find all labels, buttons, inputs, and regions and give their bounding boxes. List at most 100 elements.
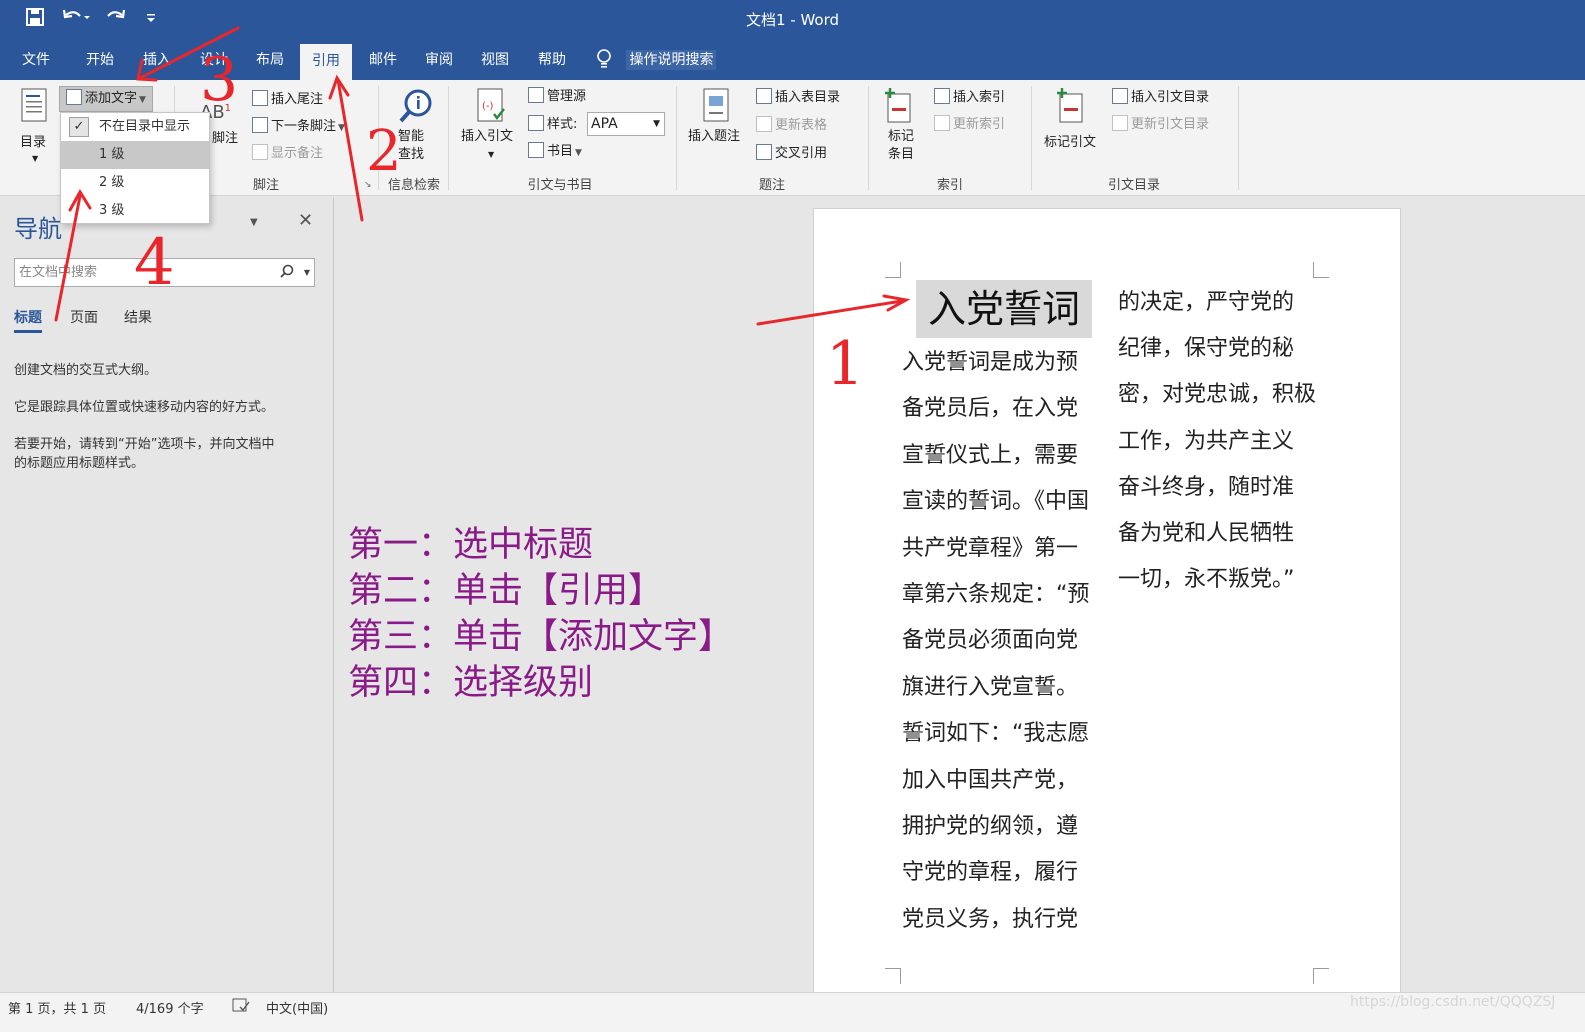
nav-search-input[interactable]: 在文档中搜索 ▼	[14, 258, 315, 287]
insert-toa-button[interactable]: 插入引文目录	[1112, 88, 1209, 107]
document-line: 密，对党忠诚，积极	[1118, 382, 1317, 408]
mark-citation-label: 标记引文	[1044, 135, 1097, 150]
search-icon[interactable]	[280, 259, 294, 286]
tell-me-search[interactable]: 操作说明搜索	[596, 40, 717, 80]
dialog-launcher-icon[interactable]: ↘	[364, 176, 372, 194]
toc-caret-icon: ▼	[32, 154, 39, 163]
index-group-label: 索引	[936, 178, 963, 193]
document-line: 拥护党的纲领，遵	[902, 814, 1079, 839]
mark-entry-label-2: 条目	[888, 147, 915, 162]
authorities-group-label: 引文目录	[1107, 178, 1160, 193]
nav-help-text-3b: 的标题应用标题样式。	[14, 456, 145, 471]
separator	[676, 86, 677, 190]
tab-view[interactable]: 视图	[469, 40, 521, 80]
insert-citation-button[interactable]: (-) 插入引文 ▼	[458, 86, 524, 166]
document-line: 备党员后，在入党	[902, 396, 1079, 422]
tab-home[interactable]: 开始	[74, 40, 126, 80]
tab-layout[interactable]: 布局	[244, 40, 296, 80]
mark-citation-button[interactable]: 标记引文	[1042, 86, 1106, 166]
update-index-button[interactable]: 更新索引	[934, 115, 1005, 134]
mark-entry-button[interactable]: 标记 条目	[880, 86, 924, 166]
dropdown-item-level-2[interactable]: 2 级	[61, 169, 209, 197]
status-page[interactable]: 第 1 页，共 1 页	[8, 998, 106, 1017]
add-text-label: 添加文字	[85, 91, 138, 106]
insert-caption-button[interactable]: 插入题注	[686, 86, 750, 166]
nav-tab-headings[interactable]: 标题	[14, 307, 42, 333]
insert-endnote-button[interactable]: 插入尾注	[252, 90, 323, 109]
title-bar: 文档1 - Word	[0, 0, 1585, 40]
document-line: 入党誓词是成为预	[902, 350, 1079, 375]
chevron-down-icon[interactable]: ▼	[304, 259, 310, 286]
separator	[1238, 86, 1239, 190]
next-footnote-icon	[252, 117, 268, 133]
insert-toa-label: 插入引文目录	[1131, 90, 1210, 105]
close-icon[interactable]: ✕	[298, 210, 313, 231]
separator	[868, 86, 869, 190]
margin-corner-mark	[1313, 968, 1329, 984]
insert-table-of-figures-button[interactable]: 插入表目录	[756, 88, 840, 107]
next-footnote-label: 下一条脚注	[271, 119, 337, 134]
smart-lookup-icon	[399, 89, 432, 123]
toc-button[interactable]: 目录 ▼	[14, 86, 58, 166]
document-heading[interactable]: 入党誓词	[916, 280, 1092, 338]
show-notes-button[interactable]: 显示备注	[252, 144, 323, 163]
nav-options-icon[interactable]: ▼	[250, 217, 258, 228]
proofing-icon[interactable]	[232, 998, 250, 1018]
ribbon-tabs: 文件 开始 插入 设计 布局 引用 邮件 审阅 视图 帮助 操作说明搜索	[0, 40, 1585, 80]
manage-sources-label: 管理源	[547, 89, 587, 104]
status-language[interactable]: 中文(中国)	[266, 998, 328, 1017]
show-notes-label: 显示备注	[271, 146, 324, 161]
lightbulb-icon	[597, 49, 611, 68]
cross-reference-icon	[756, 144, 772, 160]
smart-lookup-button[interactable]: 智能 查找	[392, 86, 438, 166]
dropdown-item-do-not-show[interactable]: ✓ 不在目录中显示	[61, 113, 209, 141]
add-text-button[interactable]: 添加文字 ▼	[59, 86, 153, 112]
update-table-label: 更新表格	[775, 118, 828, 133]
insert-caption-label: 插入题注	[688, 129, 741, 144]
update-index-label: 更新索引	[953, 117, 1006, 132]
nav-help-text-2: 它是跟踪具体位置或快速移动内容的好方式。	[14, 400, 275, 415]
document-line: 一切，永不叛党。”	[1118, 567, 1295, 593]
update-toa-button[interactable]: 更新引文目录	[1112, 115, 1209, 134]
separator	[378, 86, 379, 190]
document-line: 守党的章程，履行	[902, 860, 1079, 886]
document-line: 誓词如下：“我志愿	[902, 721, 1090, 747]
bibliography-button[interactable]: 书目 ▼	[528, 142, 582, 162]
tab-insert[interactable]: 插入	[131, 40, 183, 80]
tab-mailings[interactable]: 邮件	[357, 40, 409, 80]
insert-index-button[interactable]: 插入索引	[934, 88, 1005, 107]
document-line: 章第六条规定：“预	[902, 582, 1090, 607]
update-table-icon	[756, 116, 772, 132]
smart-lookup-label-2: 查找	[398, 147, 425, 162]
nav-tab-pages[interactable]: 页面	[70, 307, 98, 327]
nav-help-text-3a: 若要开始，请转到“开始”选项卡，并向文档中	[14, 437, 275, 452]
tab-references[interactable]: 引用	[300, 44, 352, 80]
status-word-count[interactable]: 4/169 个字	[136, 998, 204, 1017]
style-icon	[528, 115, 544, 131]
manage-sources-button[interactable]: 管理源	[528, 87, 586, 106]
update-toa-icon	[1112, 115, 1128, 131]
insert-citation-label: 插入引文	[461, 129, 514, 144]
instruction-step-3: 第三：单击【添加文字】	[348, 617, 734, 657]
checkmark-icon: ✓	[69, 117, 89, 137]
insert-index-icon	[934, 88, 950, 104]
tab-file[interactable]: 文件	[10, 40, 62, 80]
insert-toa-icon	[1112, 88, 1128, 104]
next-footnote-button[interactable]: 下一条脚注 ▼	[252, 117, 345, 137]
cross-reference-button[interactable]: 交叉引用	[756, 144, 827, 163]
tab-help[interactable]: 帮助	[526, 40, 578, 80]
ribbon: 目录 ▼ 添加文字 ▼ AB1 脚注 插入尾注 下一条脚注 ▼ 显示备注 脚注 ↘ …	[0, 80, 1585, 196]
dropdown-item-level-1[interactable]: 1 级	[61, 141, 209, 169]
dropdown-item-level-3[interactable]: 3 级	[61, 197, 209, 225]
tab-review[interactable]: 审阅	[413, 40, 465, 80]
document-line: 的决定，严守党的	[1118, 290, 1295, 315]
nav-help-text-1: 创建文档的交互式大纲。	[14, 363, 158, 378]
margin-corner-mark	[1313, 262, 1329, 278]
citations-group-label: 引文与书目	[527, 178, 593, 193]
update-table-button[interactable]: 更新表格	[756, 116, 827, 135]
nav-tab-results[interactable]: 结果	[124, 307, 152, 327]
insert-caption-icon	[703, 88, 729, 122]
tab-design[interactable]: 设计	[188, 40, 240, 80]
citation-style-select[interactable]: APA ▼	[587, 112, 665, 136]
document-line: 旗进行入党宣誓。	[902, 674, 1079, 700]
